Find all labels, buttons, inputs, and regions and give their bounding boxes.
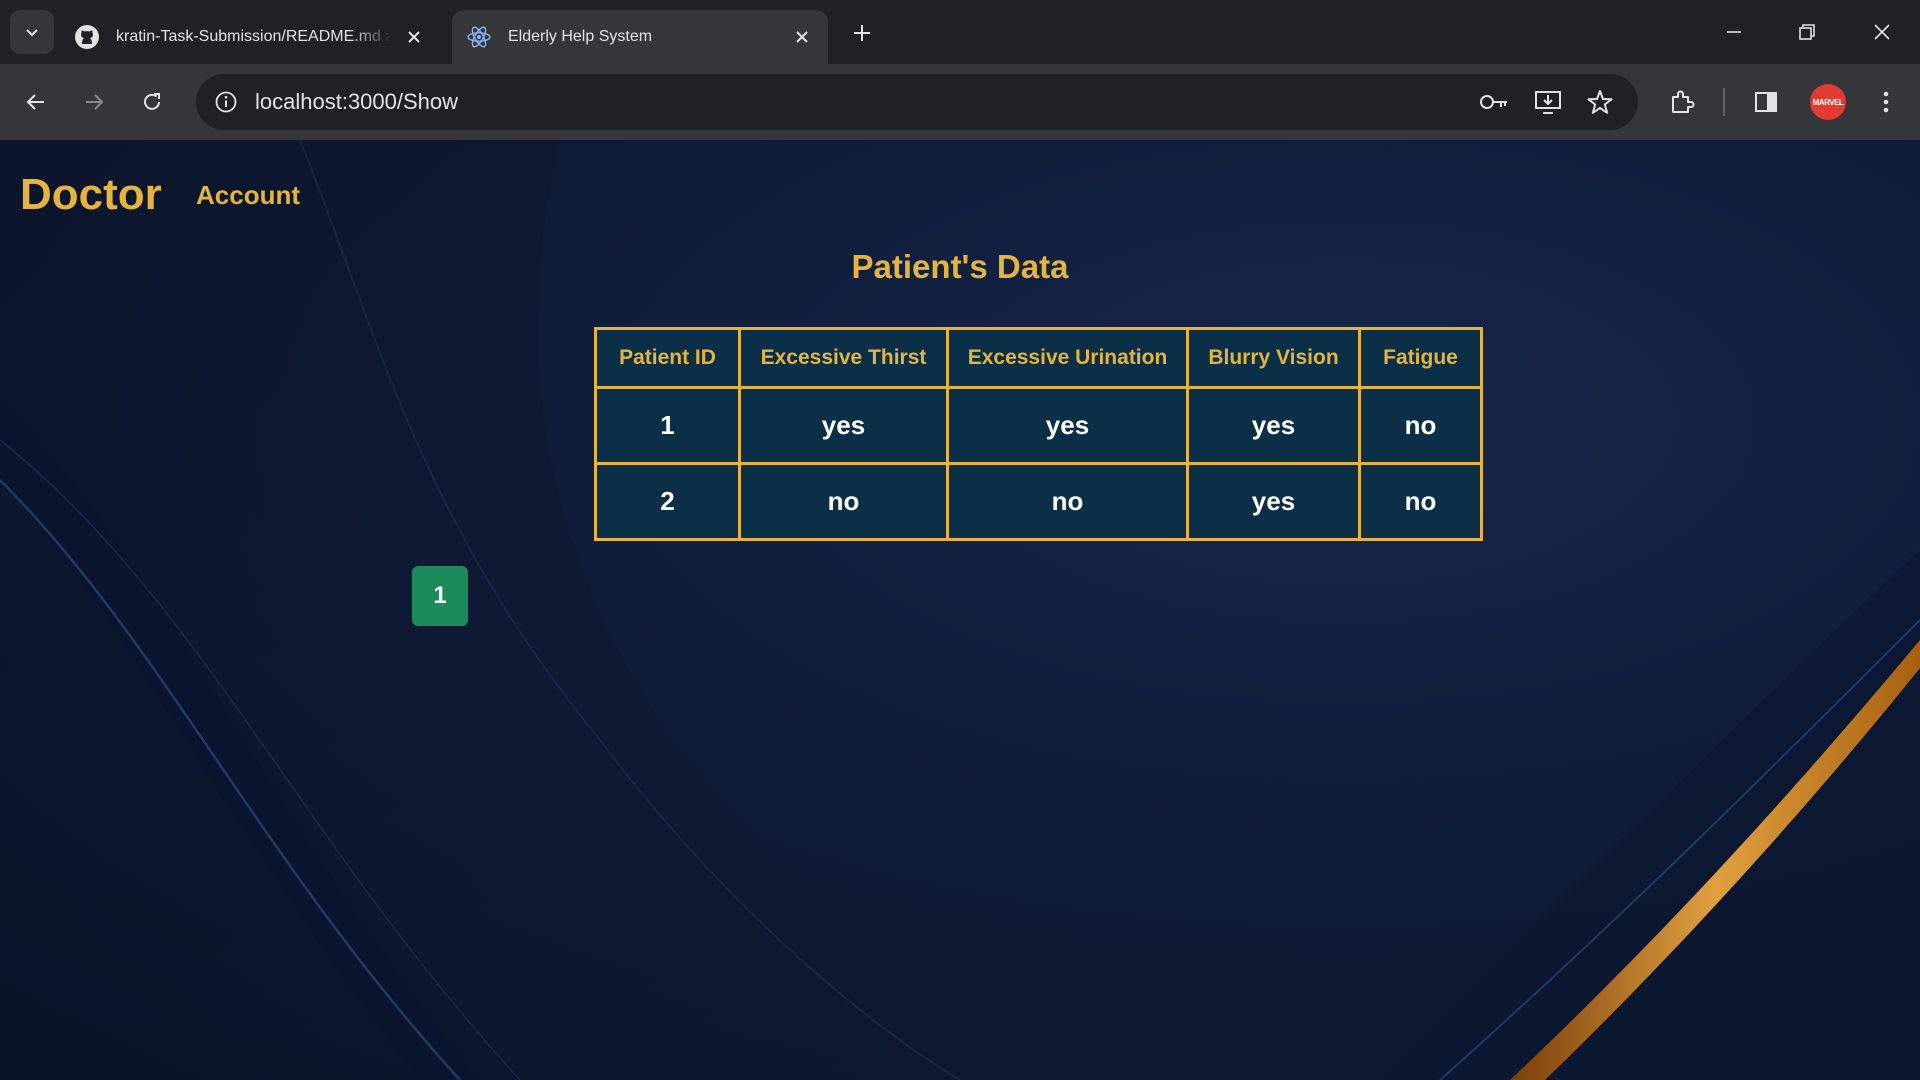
table-cell: 1 bbox=[594, 386, 741, 465]
page-title: Patient's Data bbox=[851, 248, 1069, 285]
table-cell: no bbox=[946, 462, 1189, 541]
menu-icon[interactable] bbox=[1866, 82, 1906, 122]
column-header: Excessive Urination bbox=[946, 327, 1189, 389]
tab-search-button[interactable] bbox=[10, 10, 54, 54]
table-row: 1 yes yes yes no bbox=[594, 386, 1483, 465]
column-header: Patient ID bbox=[594, 327, 741, 389]
extensions-icon[interactable] bbox=[1662, 82, 1702, 122]
github-icon bbox=[74, 24, 100, 50]
page-viewport: Doctor Account Patient's Data Patient ID… bbox=[0, 140, 1920, 1080]
profile-avatar[interactable]: MARVEL bbox=[1810, 84, 1846, 120]
reload-icon bbox=[144, 93, 160, 110]
key-icon[interactable] bbox=[1476, 84, 1512, 120]
minimize-button[interactable] bbox=[1714, 12, 1754, 52]
patient-data-table: Patient ID Excessive Thirst Excessive Ur… bbox=[594, 327, 1483, 541]
chevron-down-icon bbox=[26, 29, 38, 37]
address-bar[interactable]: localhost:3000/Show bbox=[196, 74, 1638, 130]
arrow-right-icon bbox=[86, 94, 104, 110]
browser-toolbar: localhost:3000/Show MARVEL bbox=[0, 64, 1920, 140]
table-header-row: Patient ID Excessive Thirst Excessive Ur… bbox=[594, 327, 1483, 389]
nav-link-account[interactable]: Account bbox=[196, 180, 300, 211]
site-info-icon[interactable] bbox=[208, 84, 244, 120]
column-header: Blurry Vision bbox=[1186, 327, 1361, 389]
close-icon bbox=[1874, 24, 1890, 40]
arrow-left-icon bbox=[26, 94, 44, 110]
side-panel-icon[interactable] bbox=[1746, 82, 1786, 122]
restore-icon bbox=[1799, 24, 1815, 40]
toolbar-divider bbox=[1723, 88, 1725, 116]
table-cell: 2 bbox=[594, 462, 741, 541]
pagination-page-button[interactable]: 1 bbox=[412, 566, 468, 626]
plus-icon bbox=[854, 25, 870, 41]
install-app-icon[interactable] bbox=[1530, 84, 1566, 120]
reload-button[interactable] bbox=[132, 82, 172, 122]
column-header: Fatigue bbox=[1358, 327, 1483, 389]
window-close-button[interactable] bbox=[1862, 12, 1902, 52]
close-icon[interactable] bbox=[402, 25, 426, 49]
table-cell: yes bbox=[1186, 462, 1361, 541]
table-cell: no bbox=[1358, 386, 1483, 465]
table-cell: yes bbox=[946, 386, 1189, 465]
column-header: Excessive Thirst bbox=[738, 327, 949, 389]
table-cell: no bbox=[1358, 462, 1483, 541]
back-button[interactable] bbox=[16, 82, 56, 122]
table-cell: no bbox=[738, 462, 949, 541]
new-tab-button[interactable] bbox=[845, 16, 879, 50]
minimize-icon bbox=[1727, 31, 1741, 33]
tab-title: Elderly Help System bbox=[508, 28, 653, 45]
table-cell: yes bbox=[738, 386, 949, 465]
avatar-text: MARVEL bbox=[1812, 97, 1844, 107]
url-text[interactable]: localhost:3000/Show bbox=[255, 74, 458, 130]
tab-github-readme[interactable]: kratin-Task-Submission/README.md at m bbox=[60, 10, 440, 64]
tab-title: kratin-Task-Submission/README.md at m bbox=[116, 28, 392, 45]
react-icon bbox=[466, 24, 492, 50]
star-icon[interactable] bbox=[1582, 84, 1618, 120]
restore-button[interactable] bbox=[1787, 12, 1827, 52]
close-icon[interactable] bbox=[790, 25, 814, 49]
table-cell: yes bbox=[1186, 386, 1361, 465]
navbar-brand[interactable]: Doctor bbox=[20, 170, 162, 220]
forward-button[interactable] bbox=[74, 82, 114, 122]
table-row: 2 no no yes no bbox=[594, 462, 1483, 541]
browser-tab-bar: kratin-Task-Submission/README.md at m El… bbox=[0, 0, 1920, 64]
tab-elderly-help-system[interactable]: Elderly Help System bbox=[452, 10, 828, 64]
